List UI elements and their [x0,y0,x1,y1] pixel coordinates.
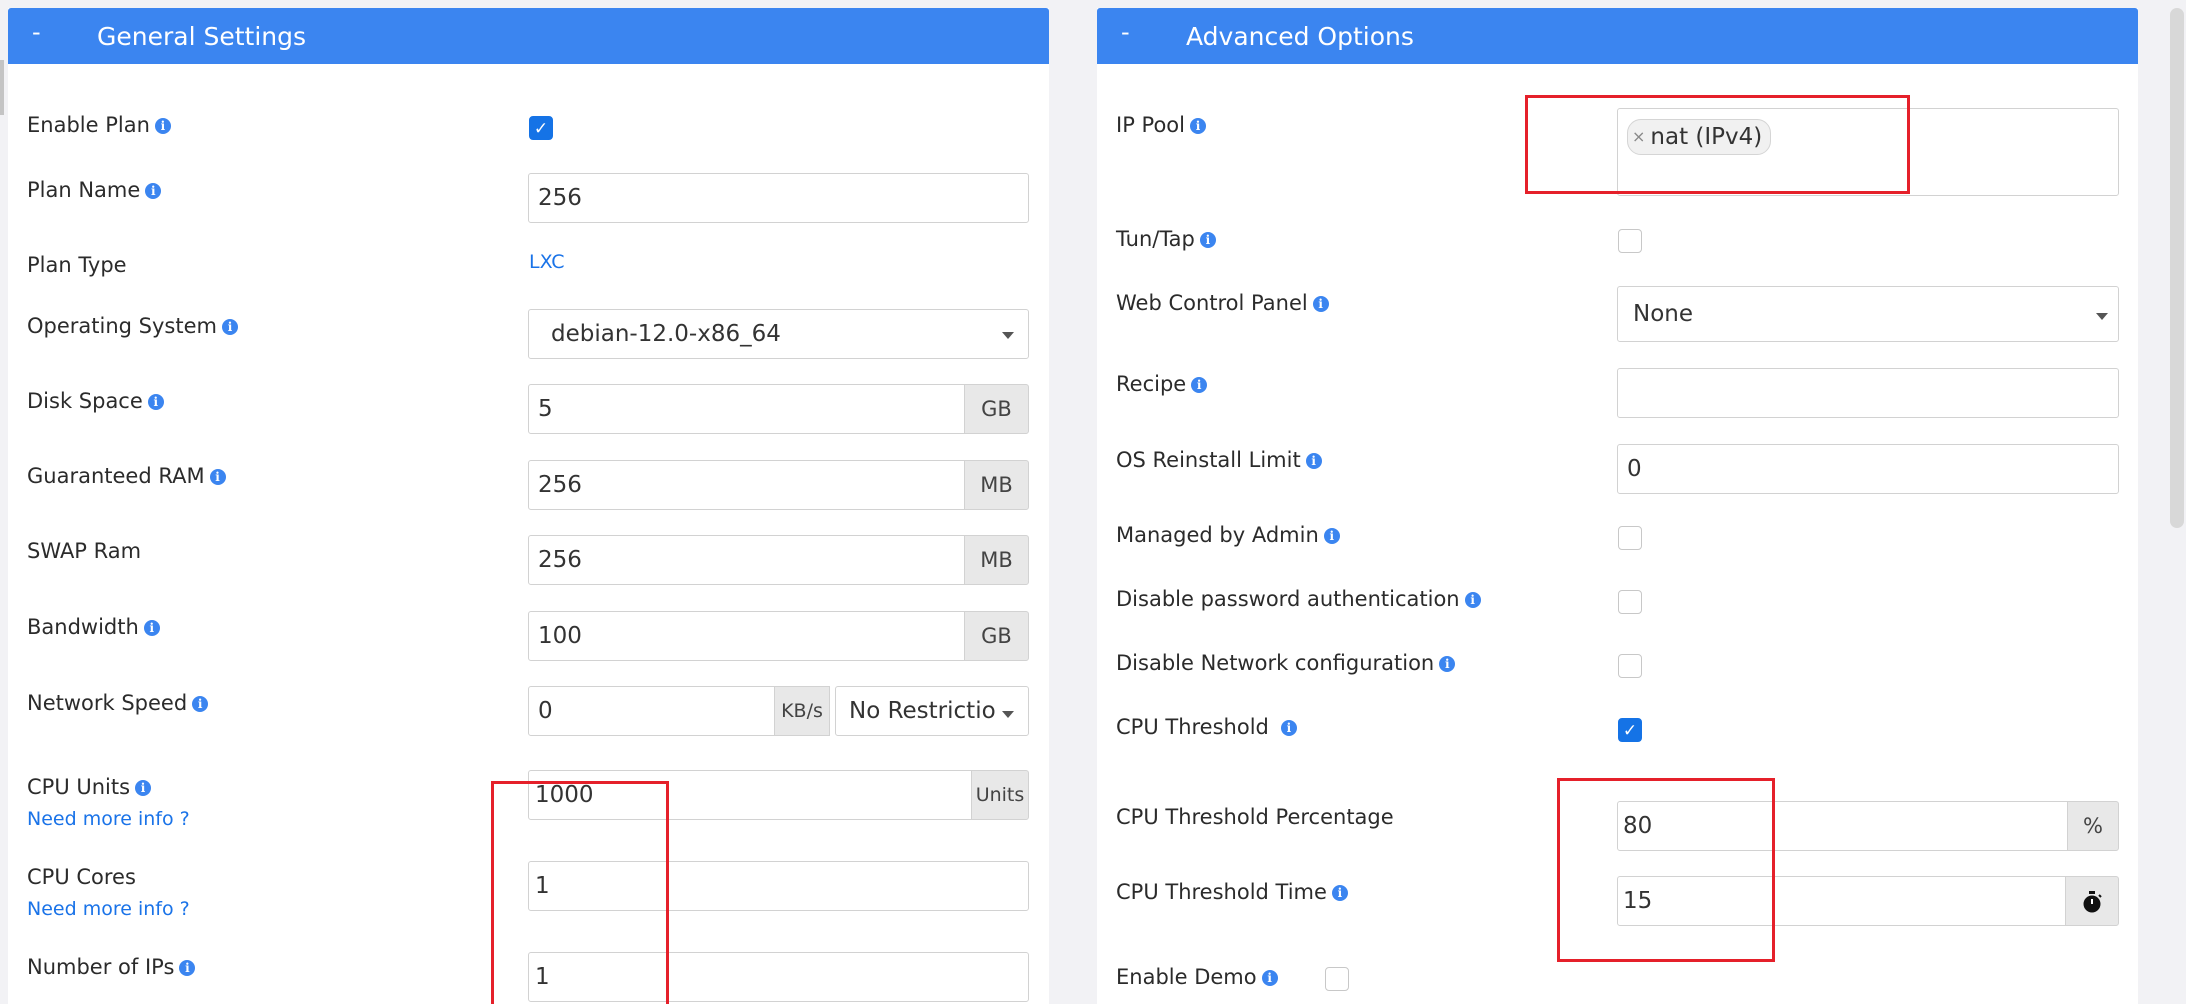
tun-tap-label: Tun/Tap i [1116,227,1216,251]
disable-network-label: Disable Network configuration i [1116,651,1456,675]
info-icon[interactable]: i [1189,118,1206,134]
info-icon[interactable]: i [135,780,152,796]
network-speed-unit: KB/s [774,686,830,736]
network-speed-input[interactable]: 0 [528,686,775,736]
web-panel-label: Web Control Panel i [1116,291,1329,315]
disable-password-label: Disable password authentication i [1116,587,1481,611]
ip-pool-label: IP Pool i [1116,113,1206,137]
percent-unit: % [2067,801,2119,851]
tun-tap-checkbox[interactable] [1618,229,1642,253]
cpu-threshold-percentage-label: CPU Threshold Percentage [1116,805,1394,829]
cpu-threshold-time-label: CPU Threshold Time i [1116,880,1348,904]
network-speed-label: Network Speed i [27,691,209,715]
ram-label: Guaranteed RAM i [27,464,226,488]
swap-label: SWAP Ram [27,539,142,563]
bandwidth-input[interactable]: 100 [528,611,965,661]
cpu-threshold-checkbox[interactable]: ✓ [1618,718,1642,742]
enable-demo-label: Enable Demo i [1116,965,1278,989]
recipe-label: Recipe i [1116,372,1208,396]
info-icon[interactable]: i [221,319,238,335]
managed-admin-checkbox[interactable] [1618,526,1642,550]
info-icon[interactable]: i [1261,970,1278,986]
info-icon[interactable]: i [147,394,164,410]
disk-space-label: Disk Space i [27,389,164,413]
chevron-down-icon [1002,332,1014,339]
info-icon[interactable]: i [1312,296,1329,312]
plan-type-label: Plan Type [27,253,127,277]
cpu-units-unit: Units [971,770,1029,820]
swap-unit: MB [964,535,1029,585]
swap-input[interactable]: 256 [528,535,965,585]
managed-admin-label: Managed by Admin i [1116,523,1340,547]
info-icon[interactable]: i [179,960,196,976]
enable-plan-label: Enable Plan i [27,113,171,137]
os-select-value: debian-12.0-x86_64 [551,321,781,347]
cpu-cores-label: CPU Cores [27,865,136,889]
recipe-input[interactable] [1617,368,2119,418]
panel-title: General Settings [97,22,307,51]
info-icon[interactable]: i [1305,453,1322,469]
page-scrollbar[interactable] [2170,8,2184,528]
chevron-down-icon [2096,313,2108,320]
info-icon[interactable]: i [192,696,209,712]
chevron-down-icon [1002,711,1014,718]
info-icon[interactable]: i [1464,592,1481,608]
cpu-units-label: CPU Units i [27,775,152,799]
network-speed-select[interactable]: No Restrictio [835,686,1029,736]
highlight-box [1557,778,1775,962]
collapse-toggle[interactable]: - [32,20,41,44]
info-icon[interactable]: i [1191,377,1208,393]
general-settings-header[interactable]: - General Settings [8,8,1049,64]
enable-demo-checkbox[interactable] [1325,967,1349,991]
os-reinstall-input[interactable]: 0 [1617,444,2119,494]
web-panel-select[interactable]: None [1617,286,2119,342]
info-icon[interactable]: i [145,183,162,199]
network-speed-select-value: No Restrictio [849,698,996,724]
info-icon[interactable]: i [1280,720,1297,736]
cpu-threshold-time-addon [2065,876,2119,926]
info-icon[interactable]: i [209,469,226,485]
plan-name-input[interactable]: 256 [528,173,1029,223]
plan-name-label: Plan Name i [27,178,162,202]
stopwatch-icon [2083,891,2102,913]
web-panel-select-value: None [1633,301,1694,327]
ram-input[interactable]: 256 [528,460,965,510]
os-label: Operating System i [27,314,238,338]
info-icon[interactable]: i [1439,656,1456,672]
info-icon[interactable]: i [1199,232,1216,248]
cpu-cores-help-link[interactable]: Need more info ? [27,898,190,920]
highlight-box [1525,95,1910,194]
left-scrollbar[interactable] [0,60,4,115]
os-reinstall-label: OS Reinstall Limit i [1116,448,1322,472]
info-icon[interactable]: i [143,620,160,636]
disk-space-unit: GB [964,384,1029,434]
info-icon[interactable]: i [1331,885,1348,901]
bandwidth-label: Bandwidth i [27,615,160,639]
info-icon[interactable]: i [154,118,171,134]
info-icon[interactable]: i [1323,528,1340,544]
enable-plan-checkbox[interactable]: ✓ [529,116,553,140]
panel-title: Advanced Options [1186,22,1414,51]
cpu-units-help-link[interactable]: Need more info ? [27,808,190,830]
disable-network-checkbox[interactable] [1618,654,1642,678]
collapse-toggle[interactable]: - [1121,20,1130,44]
highlight-box [491,781,669,1004]
number-of-ips-label: Number of IPs i [27,955,196,979]
os-select[interactable]: debian-12.0-x86_64 [528,309,1029,359]
ram-unit: MB [964,460,1029,510]
advanced-options-header[interactable]: - Advanced Options [1097,8,2138,64]
plan-type-value: LXC [529,251,565,273]
bandwidth-unit: GB [964,611,1029,661]
cpu-threshold-label: CPU Threshold i [1116,715,1297,739]
disk-space-input[interactable]: 5 [528,384,965,434]
disable-password-checkbox[interactable] [1618,590,1642,614]
